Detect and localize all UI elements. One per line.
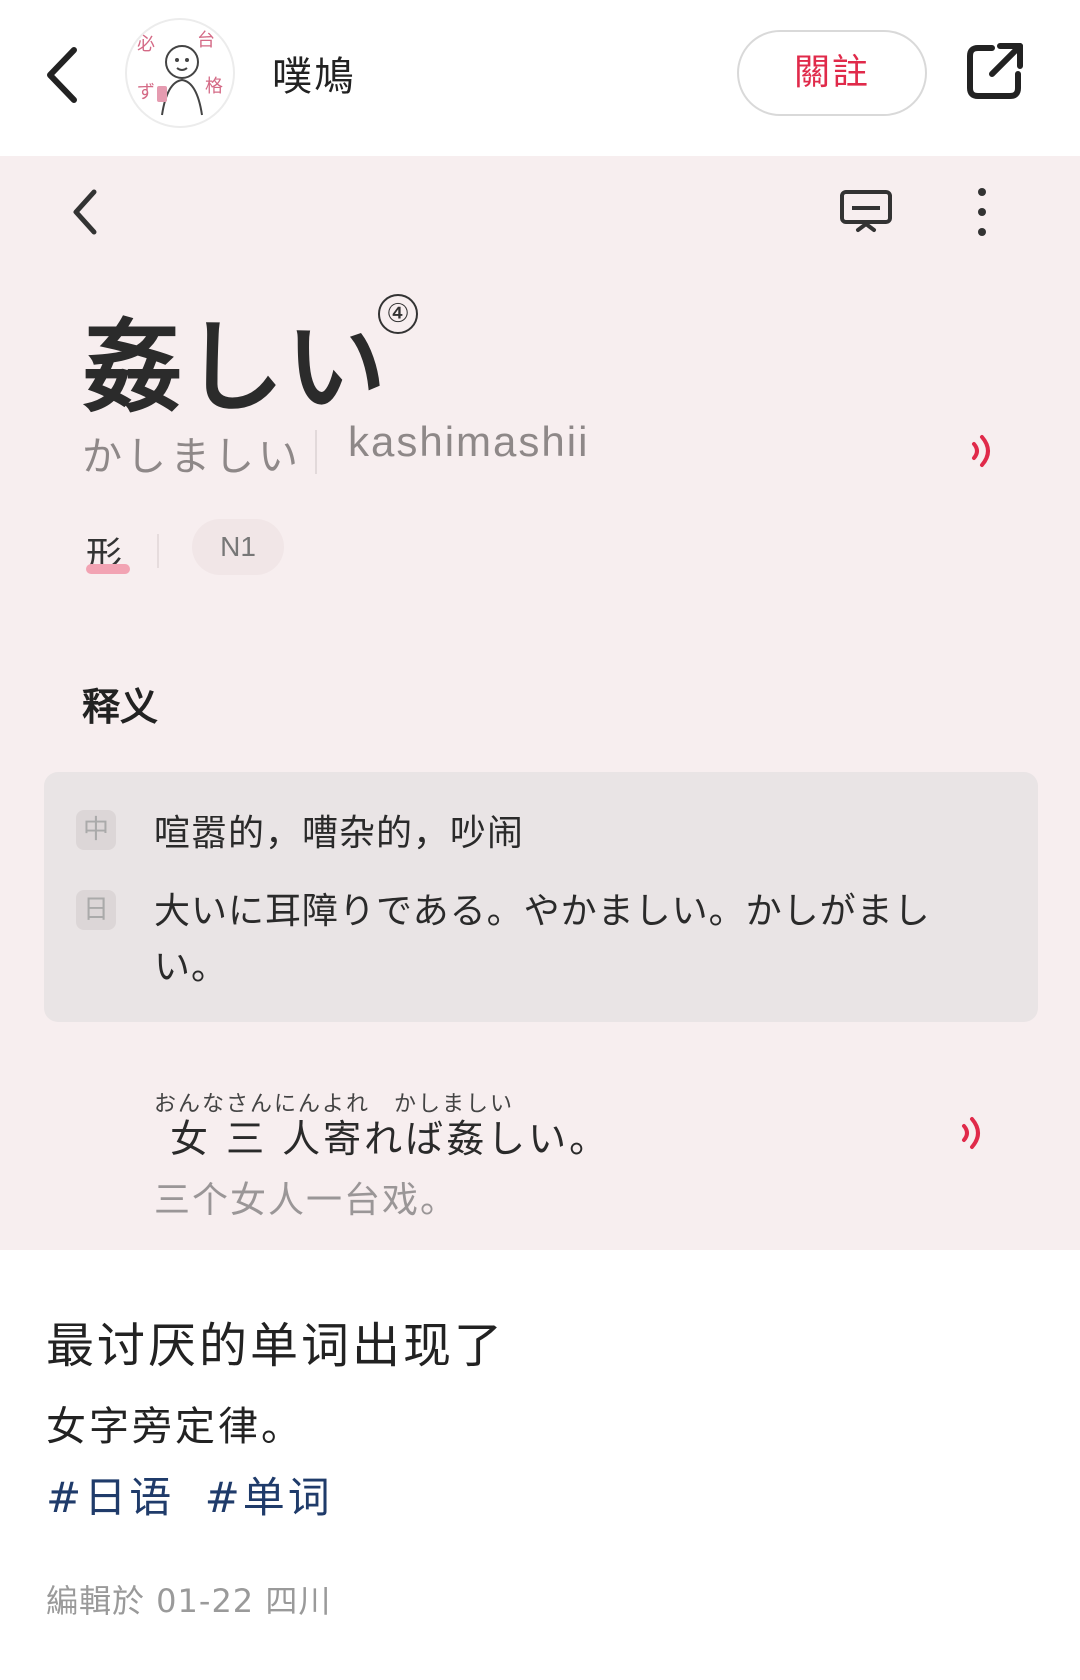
divider (315, 430, 317, 474)
definition-chinese: 喧嚣的，嘈杂的，吵闹 (154, 813, 525, 854)
author-avatar[interactable]: 必 台 格 ず (125, 18, 235, 128)
svg-text:格: 格 (205, 76, 223, 97)
level-badge: N1 (192, 519, 284, 575)
screen-icon (838, 188, 894, 238)
headword: 姦しい (82, 309, 388, 426)
svg-text:ず: ず (137, 82, 155, 103)
japanese-badge: 日 (76, 890, 116, 930)
accent-badge: ④ (378, 294, 418, 334)
tag-link[interactable]: #日语 (46, 1473, 174, 1522)
share-icon[interactable] (964, 40, 1026, 102)
post-body: 女字旁定律。 (46, 1404, 304, 1450)
back-arrow-icon[interactable] (40, 40, 90, 110)
follow-button[interactable]: 關註 (737, 30, 927, 116)
audio-icon (956, 1110, 996, 1156)
chinese-badge: 中 (76, 810, 116, 850)
back-arrow-icon (68, 184, 102, 240)
dictionary-screenshot[interactable]: 姦しい ④ かしましい kashimashii 形 N1 释义 中 喧嚣的，嘈杂… (0, 156, 1080, 1250)
definition-card: 中 喧嚣的，嘈杂的，吵闹 日 大いに耳障りである。やかましい。かしがましい。 (44, 772, 1038, 1022)
more-vertical-icon (972, 184, 992, 240)
top-app-bar: 必 台 格 ず 噗鳩 關註 (0, 0, 1080, 156)
author-name[interactable]: 噗鳩 (272, 44, 356, 102)
svg-text:台: 台 (197, 30, 215, 51)
section-title: 释义 (82, 685, 159, 729)
example-sentence: 女 三 人寄れば姦しい。 (170, 1117, 611, 1161)
example-translation: 三个女人一台戏。 (154, 1180, 459, 1221)
definition-japanese: 大いに耳障りである。やかましい。かしがましい。 (154, 891, 931, 988)
reading-kana: かしましい (82, 434, 302, 480)
pos-underline (86, 564, 130, 574)
post-title: 最讨厌的单词出现了 (46, 1318, 506, 1374)
reading-romaji: kashimashii (348, 418, 590, 465)
svg-text:必: 必 (137, 34, 155, 55)
divider (157, 534, 159, 568)
audio-icon (966, 428, 1006, 474)
post-meta: 編輯於 01-22 四川 (46, 1582, 332, 1620)
tag-link[interactable]: #单词 (205, 1473, 333, 1522)
tag-list: #日语 #单词 (46, 1464, 347, 1525)
